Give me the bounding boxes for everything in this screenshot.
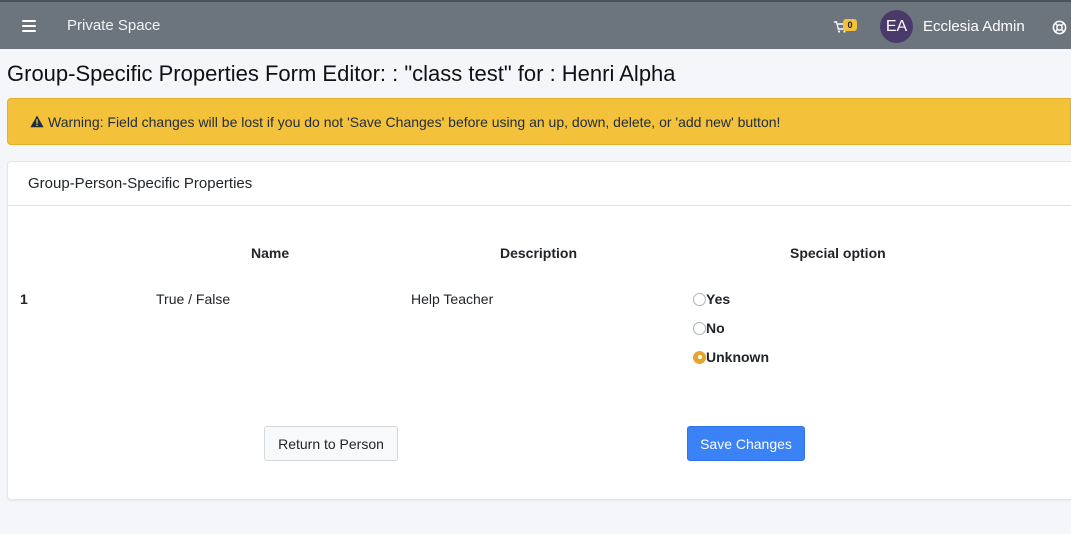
column-header-description: Description [500,245,578,261]
warning-text: Warning: Field changes will be lost if y… [48,113,781,130]
radio-label-no: No [706,320,725,336]
top-navbar: Private Space 0 EA Ecclesia Admin [0,0,1071,49]
radio-label-unknown: Unknown [706,349,769,365]
radio-button-unknown[interactable] [693,350,706,364]
column-header-name: Name [251,245,290,261]
return-to-person-button[interactable]: Return to Person [264,426,398,461]
cart-button[interactable]: 0 [834,19,860,35]
hamburger-menu-icon[interactable] [22,20,36,32]
page-title: Group-Specific Properties Form Editor: :… [7,61,676,86]
cart-count-badge: 0 [843,19,857,31]
save-changes-button[interactable]: Save Changes [687,426,805,461]
radio-button-yes[interactable] [693,292,706,306]
help-life-ring-icon[interactable] [1052,20,1067,35]
property-name: True / False [156,291,231,307]
radio-option-no[interactable]: No [693,320,725,336]
properties-card: Group-Person-Specific Properties Name De… [7,161,1071,500]
warning-alert: Warning: Field changes will be lost if y… [7,98,1071,145]
radio-option-yes[interactable]: Yes [693,291,730,307]
column-header-special-option: Special option [790,245,886,261]
avatar[interactable]: EA [880,10,913,43]
row-number: 1 [20,291,28,307]
property-description: Help Teacher [411,291,494,307]
brand-link[interactable]: Private Space [67,17,160,34]
warning-triangle-icon [30,115,44,128]
radio-button-no[interactable] [693,321,706,335]
radio-label-yes: Yes [706,291,731,307]
user-menu[interactable]: Ecclesia Admin [923,18,1025,35]
card-title: Group-Person-Specific Properties [8,162,1071,206]
radio-option-unknown[interactable]: Unknown [693,349,769,365]
